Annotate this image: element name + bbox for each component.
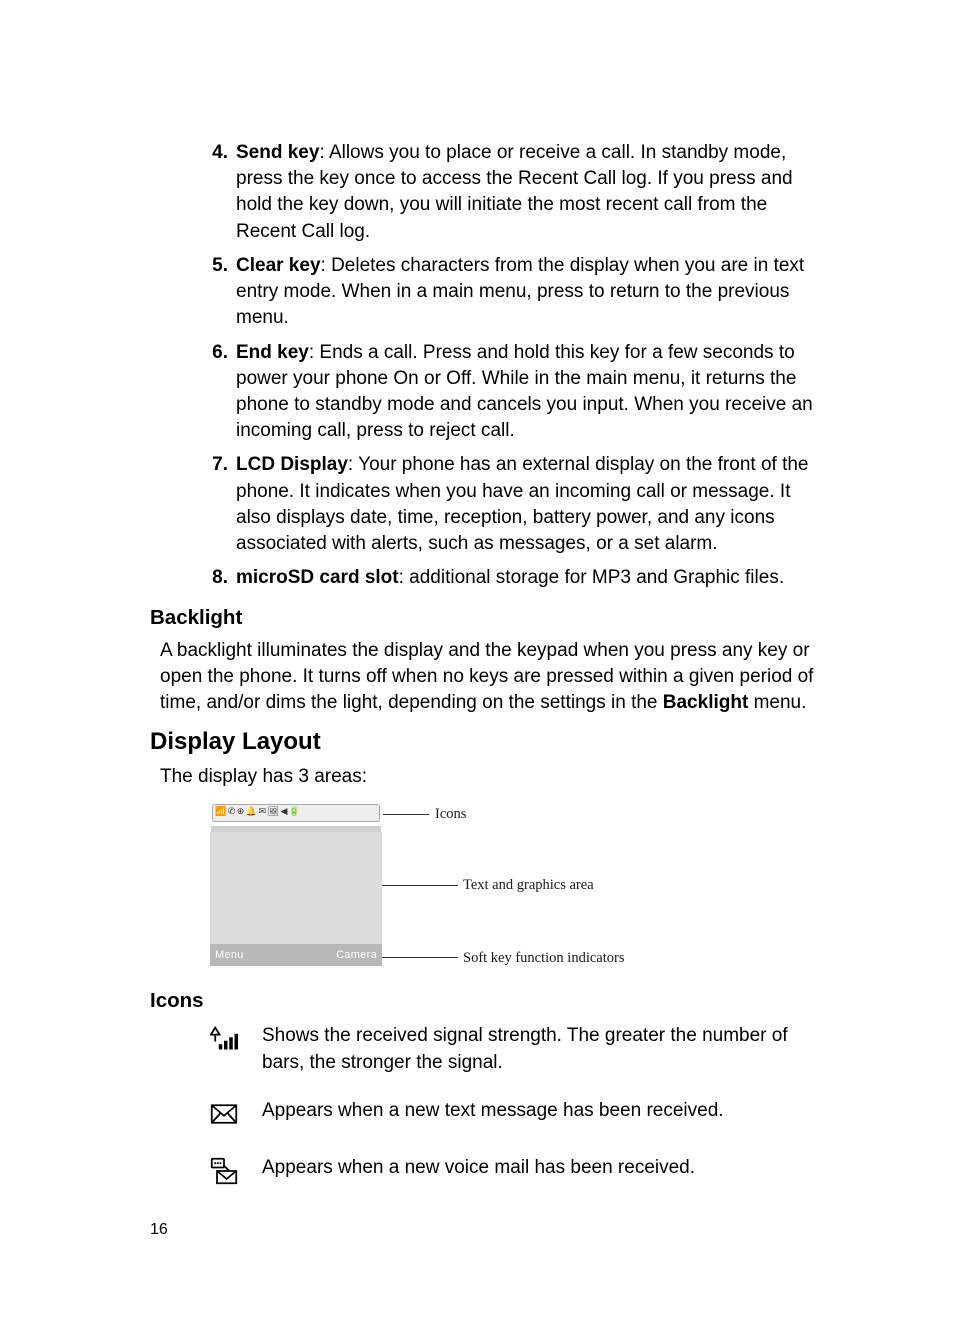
icon-desc-voicemail: Appears when a new voice mail has been r…	[262, 1155, 695, 1181]
softkey-left-label: Menu	[215, 949, 244, 961]
callout-label-icons: Icons	[435, 806, 466, 823]
display-layout-diagram: 📶 ✆ ⊕ 🔔 ✉ 🖼 ◀ 🔋 Menu Camera Icons Text a…	[210, 802, 730, 977]
leader-line-text-area	[382, 885, 458, 886]
list-text: : Allows you to place or receive a call.…	[236, 142, 793, 242]
icon-desc-text-message: Appears when a new text message has been…	[262, 1098, 724, 1124]
list-marker: 7.	[204, 452, 228, 478]
paragraph-backlight: A backlight illuminates the display and …	[160, 638, 824, 717]
screen-icon-bar: 📶 ✆ ⊕ 🔔 ✉ 🖼 ◀ 🔋	[212, 804, 380, 822]
leader-line-softkeys	[382, 957, 458, 958]
heading-icons: Icons	[150, 989, 824, 1013]
text-message-icon	[206, 1098, 242, 1133]
list-marker: 6.	[204, 340, 228, 366]
callout-label-softkeys: Soft key function indicators	[463, 950, 624, 967]
list-term: microSD card slot	[236, 567, 399, 588]
heading-backlight: Backlight	[150, 606, 824, 630]
list-item-clear-key: 5. Clear key: Deletes characters from th…	[210, 253, 824, 332]
numbered-feature-list: 4. Send key: Allows you to place or rece…	[150, 140, 824, 592]
screen-softkey-bar: Menu Camera	[210, 944, 382, 966]
backlight-text-b: menu.	[748, 692, 806, 713]
list-term: Clear key	[236, 255, 321, 276]
icon-row-text-message: Appears when a new text message has been…	[206, 1098, 824, 1133]
list-term: End key	[236, 342, 309, 363]
list-term: LCD Display	[236, 454, 348, 475]
backlight-menu-name: Backlight	[663, 692, 749, 713]
callout-label-text-area: Text and graphics area	[463, 877, 594, 894]
screen-text-area	[210, 832, 382, 944]
voicemail-icon	[206, 1155, 242, 1190]
list-item-end-key: 6. End key: Ends a call. Press and hold …	[210, 340, 824, 445]
page-number: 16	[150, 1221, 168, 1239]
list-text: : additional storage for MP3 and Graphic…	[399, 567, 784, 588]
list-text: : Ends a call. Press and hold this key f…	[236, 342, 813, 442]
list-text: : Deletes characters from the display wh…	[236, 255, 804, 328]
icon-row-signal: Shows the received signal strength. The …	[206, 1023, 824, 1075]
softkey-right-label: Camera	[336, 949, 377, 961]
paragraph-display-intro: The display has 3 areas:	[160, 764, 824, 790]
screen-frame: 📶 ✆ ⊕ 🔔 ✉ 🖼 ◀ 🔋 Menu Camera	[210, 802, 382, 966]
list-term: Send key	[236, 142, 319, 163]
list-marker: 4.	[204, 140, 228, 166]
signal-strength-icon	[206, 1023, 242, 1058]
list-marker: 8.	[204, 565, 228, 591]
heading-display-layout: Display Layout	[150, 728, 824, 756]
icon-row-voicemail: Appears when a new voice mail has been r…	[206, 1155, 824, 1190]
leader-line-icons	[383, 814, 429, 815]
list-item-microsd-slot: 8. microSD card slot: additional storage…	[210, 565, 824, 591]
icon-desc-signal: Shows the received signal strength. The …	[262, 1023, 824, 1075]
list-marker: 5.	[204, 253, 228, 279]
list-item-send-key: 4. Send key: Allows you to place or rece…	[210, 140, 824, 245]
list-item-lcd-display: 7. LCD Display: Your phone has an extern…	[210, 452, 824, 557]
